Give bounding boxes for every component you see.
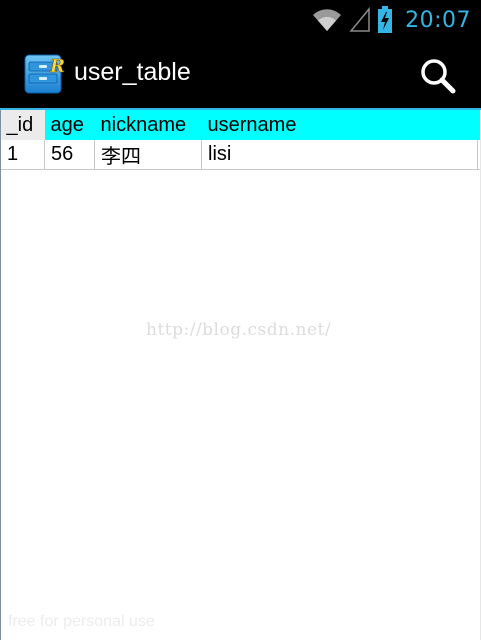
row-divider bbox=[0, 169, 481, 170]
watermark-url: http://blog.csdn.net/ bbox=[146, 320, 332, 340]
column-header-age[interactable]: age bbox=[44, 110, 95, 140]
cell-nickname[interactable]: 李四 bbox=[94, 140, 202, 170]
column-header-id[interactable]: _id bbox=[0, 110, 45, 140]
svg-text:R: R bbox=[49, 56, 65, 77]
watermark-free: free for personal use bbox=[8, 613, 155, 630]
cell-id[interactable]: 1 bbox=[0, 140, 45, 170]
table-row[interactable]: 1 56 李四 lisi bbox=[0, 140, 478, 170]
search-icon[interactable] bbox=[418, 56, 458, 96]
action-bar: R user_table bbox=[0, 40, 481, 108]
left-border bbox=[0, 110, 1, 640]
data-table: _id age nickname username 1 56 李四 lisi bbox=[0, 110, 478, 170]
page-title: user_table bbox=[74, 58, 191, 86]
column-header-username[interactable]: username bbox=[201, 110, 478, 140]
status-icons: 20:07 bbox=[311, 3, 471, 37]
column-header-nickname[interactable]: nickname bbox=[94, 110, 202, 140]
cell-age[interactable]: 56 bbox=[44, 140, 95, 170]
status-bar: 20:07 bbox=[0, 0, 481, 40]
header-row: _id age nickname username bbox=[0, 110, 478, 140]
wifi-icon bbox=[313, 9, 342, 31]
battery-charging-icon bbox=[378, 6, 393, 33]
clock: 20:07 bbox=[405, 7, 471, 33]
database-cabinet-icon[interactable]: R bbox=[22, 52, 66, 96]
cell-signal-icon bbox=[349, 7, 370, 32]
cell-username[interactable]: lisi bbox=[201, 140, 478, 170]
